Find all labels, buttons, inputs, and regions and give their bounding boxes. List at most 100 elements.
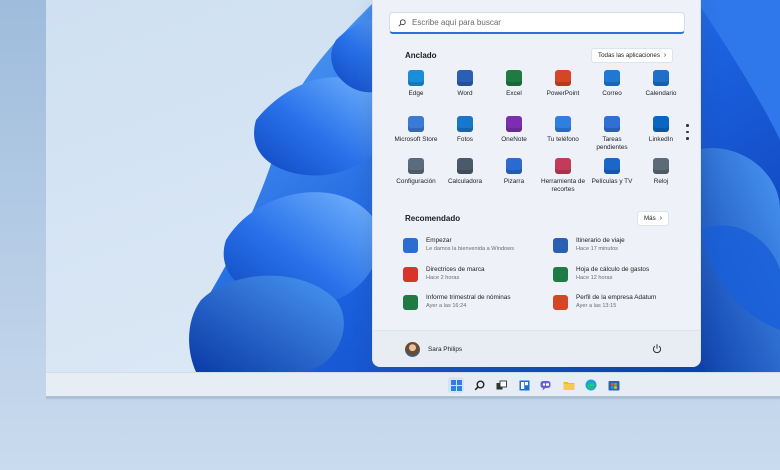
excel-doc-icon [403, 295, 418, 310]
recommended-item[interactable]: Hoja de cálculo de gastos Hace 12 horas [553, 265, 693, 287]
pinned-app[interactable]: Tareas pendientes [587, 116, 637, 151]
recommended-item[interactable]: Informe trimestral de nóminas Ayer a las … [403, 293, 543, 315]
more-label: Más [644, 215, 656, 222]
edge-icon [408, 70, 424, 86]
pinned-app[interactable]: Fotos [440, 116, 490, 144]
store-icon[interactable] [606, 377, 622, 393]
pinned-app[interactable]: Calendario [636, 70, 686, 98]
pinned-app-label: Fotos [457, 136, 473, 143]
device-edge-shadow [46, 396, 780, 400]
search-icon[interactable] [471, 377, 487, 393]
recommended-item-title: Informe trimestral de nóminas [426, 294, 511, 301]
pdf-icon [403, 267, 418, 282]
pinned-app-label: Edge [408, 90, 424, 97]
pinned-app-label: Calculadora [447, 178, 483, 185]
pinned-app[interactable]: Calculadora [440, 158, 490, 186]
recommended-item-title: Hoja de cálculo de gastos [576, 266, 650, 273]
chat-icon[interactable] [538, 377, 554, 393]
pinned-app[interactable]: Películas y TV [587, 158, 637, 186]
file-explorer-icon[interactable] [561, 377, 577, 393]
pinned-app[interactable]: Tu teléfono [538, 116, 588, 144]
excel-doc-icon [553, 267, 568, 282]
avatar [405, 342, 420, 357]
excel-icon [506, 70, 522, 86]
store-icon [408, 116, 424, 132]
pinned-app[interactable]: Edge [391, 70, 441, 98]
word-icon [457, 70, 473, 86]
movies-icon [604, 158, 620, 174]
taskbar [46, 372, 780, 397]
start-menu-footer: Sara Philips [373, 330, 700, 367]
recommended-item-title: Itinerario de viaje [576, 237, 625, 244]
pinned-app[interactable]: OneNote [489, 116, 539, 144]
search-input[interactable] [412, 18, 662, 27]
get-started-icon [403, 238, 418, 253]
pinned-app-label: Configuración [396, 178, 436, 185]
recommended-item-subtitle: Ayer a las 13:15 [576, 303, 617, 309]
pinned-section-title: Anclado [405, 51, 437, 60]
pinned-app[interactable]: Correo [587, 70, 637, 98]
phone-icon [555, 116, 571, 132]
photos-icon [457, 116, 473, 132]
recommended-item-title: Perfil de la empresa Adatum [576, 294, 657, 301]
pinned-app-label: PowerPoint [546, 90, 580, 97]
linkedin-icon [653, 116, 669, 132]
settings-icon [408, 158, 424, 174]
pinned-app[interactable]: Microsoft Store [391, 116, 441, 144]
pinned-app[interactable]: Word [440, 70, 490, 98]
pinned-app-label: Pizarra [503, 178, 525, 185]
all-apps-label: Todas las aplicaciones [598, 52, 660, 59]
pinned-app-label: Tu teléfono [547, 136, 579, 143]
calculator-icon [457, 158, 473, 174]
search-icon [398, 18, 406, 27]
word-doc-icon [553, 238, 568, 253]
recommended-item-subtitle: Ayer a las 16:24 [426, 303, 467, 309]
pinned-app-label: Word [457, 90, 473, 97]
whiteboard-icon [506, 158, 522, 174]
clock-icon [653, 158, 669, 174]
recommended-item-subtitle: Le damos la bienvenida a Windows [426, 246, 514, 252]
chevron-right-icon: › [659, 215, 663, 222]
mail-icon [604, 70, 620, 86]
recommended-item-subtitle: Hace 17 minutos [576, 246, 618, 252]
pinned-app-label: Microsoft Store [394, 136, 438, 143]
more-button[interactable]: Más › [637, 211, 670, 226]
pinned-app[interactable]: Reloj [636, 158, 686, 186]
recommended-section-title: Recomendado [405, 214, 461, 223]
recommended-item[interactable]: Empezar Le damos la bienvenida a Windows [403, 236, 543, 258]
recommended-item-subtitle: Hace 2 horas [426, 275, 460, 281]
power-icon[interactable] [651, 343, 663, 355]
pinned-app-label: Reloj [653, 178, 669, 185]
pinned-app[interactable]: Configuración [391, 158, 441, 186]
calendar-icon [653, 70, 669, 86]
pinned-app[interactable]: LinkedIn [636, 116, 686, 144]
pinned-app-label: Correo [602, 90, 622, 97]
recommended-item[interactable]: Directrices de marca Hace 2 horas [403, 265, 543, 287]
page-dots-indicator[interactable] [686, 124, 690, 144]
pinned-app-label: Tareas pendientes [596, 136, 628, 151]
chevron-right-icon: › [663, 52, 667, 59]
pinned-app[interactable]: PowerPoint [538, 70, 588, 98]
user-name: Sara Philips [428, 346, 463, 353]
pinned-app-label: Calendario [645, 90, 677, 97]
pinned-app[interactable]: Herramienta de recortes [538, 158, 588, 193]
windows-start-icon[interactable] [448, 377, 464, 393]
search-box[interactable] [389, 12, 685, 34]
task-view-icon[interactable] [493, 377, 509, 393]
powerpoint-doc-icon [553, 295, 568, 310]
recommended-item-title: Directrices de marca [426, 266, 485, 273]
all-apps-button[interactable]: Todas las aplicaciones › [591, 48, 674, 63]
recommended-item[interactable]: Perfil de la empresa Adatum Ayer a las 13… [553, 293, 693, 315]
edge-icon[interactable] [583, 377, 599, 393]
todo-icon [604, 116, 620, 132]
powerpoint-icon [555, 70, 571, 86]
recommended-item-subtitle: Hace 12 horas [576, 275, 613, 281]
user-account-button[interactable]: Sara Philips [405, 342, 462, 357]
widgets-icon[interactable] [516, 377, 532, 393]
onenote-icon [506, 116, 522, 132]
recommended-item-title: Empezar [426, 237, 452, 244]
pinned-app-label: Herramienta de recortes [540, 178, 586, 193]
pinned-app[interactable]: Excel [489, 70, 539, 98]
recommended-item[interactable]: Itinerario de viaje Hace 17 minutos [553, 236, 693, 258]
pinned-app[interactable]: Pizarra [489, 158, 539, 186]
